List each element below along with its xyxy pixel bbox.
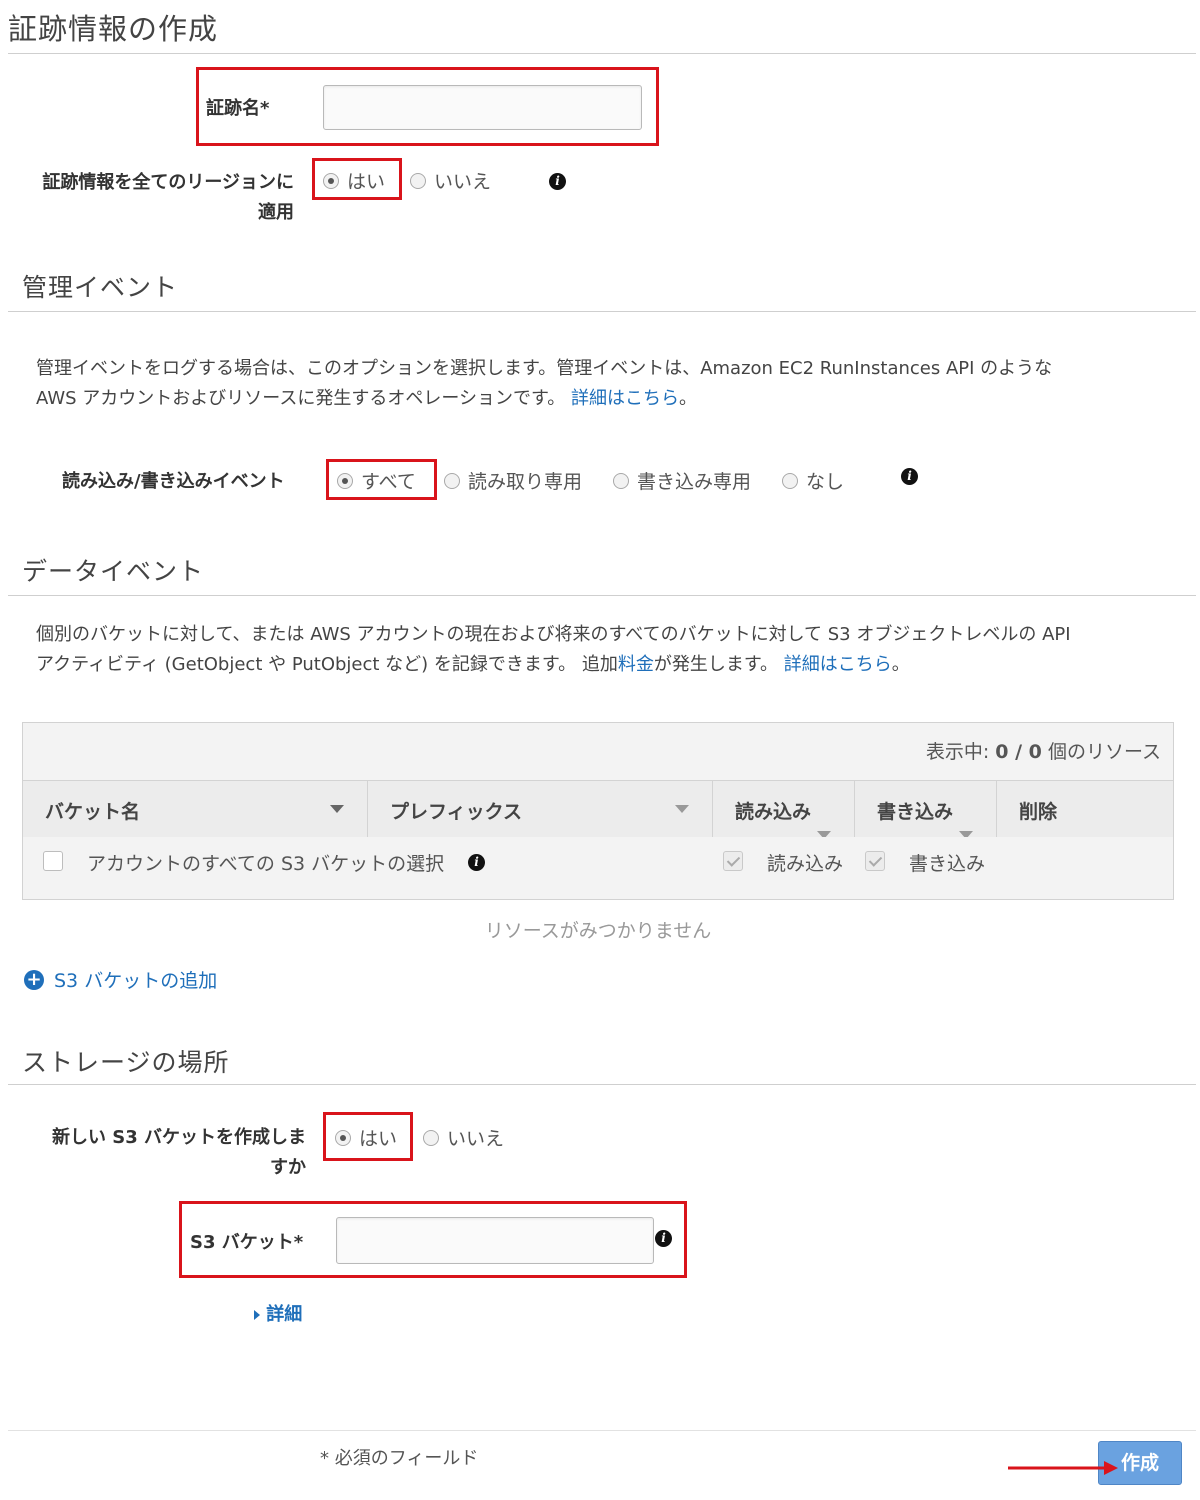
write-checkbox[interactable] bbox=[865, 851, 885, 871]
apply-all-regions-label-line1: 証跡情報を全てのリージョンに bbox=[42, 172, 294, 193]
apply-all-regions-label-line2: 適用 bbox=[258, 202, 294, 223]
resource-count-value: 0 / 0 bbox=[995, 741, 1042, 763]
column-label: バケット名 bbox=[45, 801, 141, 823]
column-header-prefix[interactable]: プレフィックス bbox=[368, 780, 713, 837]
radio-indicator[interactable] bbox=[782, 472, 798, 489]
select-all-buckets-checkbox[interactable] bbox=[43, 851, 63, 871]
management-desc-line2: AWS アカウントおよびリソースに発生するオペレーションです。 詳細はこちら。 bbox=[36, 384, 1186, 414]
region-no-radio[interactable]: いいえ bbox=[410, 167, 491, 194]
column-header-delete[interactable]: 削除 bbox=[997, 780, 1173, 837]
learn-more-link[interactable]: 詳細はこちら bbox=[571, 388, 679, 409]
info-icon[interactable]: i bbox=[901, 468, 918, 485]
divider bbox=[8, 1084, 1196, 1085]
create-new-bucket-label-line1: 新しい S3 バケットを作成しま bbox=[51, 1127, 306, 1148]
info-icon[interactable]: i bbox=[549, 173, 566, 190]
period: 。 bbox=[891, 654, 910, 675]
column-label: 書き込み bbox=[877, 801, 954, 823]
data-desc-text: アクティビティ (GetObject や PutObject など) を記録でき… bbox=[36, 654, 618, 675]
highlight-box bbox=[196, 67, 659, 146]
resource-count-suffix: 個のリソース bbox=[1041, 741, 1161, 763]
rw-readonly-radio[interactable]: 読み取り専用 bbox=[444, 467, 582, 494]
highlight-box bbox=[326, 459, 437, 500]
divider bbox=[8, 595, 1196, 596]
rw-none-text: なし bbox=[806, 471, 845, 493]
read-checkbox[interactable] bbox=[723, 851, 743, 871]
s3-bucket-table: 表示中: 0 / 0 個のリソース バケット名 プレフィックス 読み込み 書き込… bbox=[22, 722, 1174, 900]
management-description: 管理イベントをログする場合は、このオプションを選択します。管理イベントは、Ama… bbox=[36, 354, 1186, 414]
arrow-annotation-icon bbox=[1008, 1461, 1118, 1475]
divider bbox=[8, 1430, 1196, 1431]
rw-writeonly-text: 書き込み専用 bbox=[637, 471, 752, 493]
column-label: プレフィックス bbox=[390, 801, 523, 823]
new-bucket-no-radio[interactable]: いいえ bbox=[423, 1124, 504, 1151]
info-icon[interactable]: i bbox=[468, 854, 485, 871]
sort-caret-icon bbox=[675, 805, 689, 813]
required-fields-note: * 必須のフィールド bbox=[320, 1448, 479, 1469]
radio-indicator[interactable] bbox=[444, 472, 460, 489]
management-events-heading: 管理イベント bbox=[22, 273, 179, 302]
plus-circle-icon: + bbox=[24, 970, 44, 990]
sort-caret-icon bbox=[330, 805, 344, 813]
write-label: 書き込み bbox=[909, 853, 986, 875]
highlight-box bbox=[323, 1112, 413, 1161]
table-row: アカウントのすべての S3 バケットの選択 i 読み込み 書き込み bbox=[23, 837, 1173, 899]
divider bbox=[8, 53, 1196, 54]
details-expander[interactable]: 詳細 bbox=[254, 1300, 302, 1326]
details-link[interactable]: 詳細 bbox=[266, 1304, 302, 1325]
apply-all-regions-label: 証跡情報を全てのリージョンに 適用 bbox=[12, 168, 294, 228]
arrow-head bbox=[1104, 1461, 1118, 1475]
create-new-bucket-label: 新しい S3 バケットを作成しま すか bbox=[20, 1123, 306, 1183]
column-header-read[interactable]: 読み込み bbox=[713, 780, 855, 839]
column-label: 読み込み bbox=[735, 801, 812, 823]
radio-indicator[interactable] bbox=[423, 1129, 439, 1146]
empty-state-text: リソースがみつかりません bbox=[484, 920, 712, 942]
rw-readonly-text: 読み取り専用 bbox=[468, 471, 583, 493]
management-desc-line1: 管理イベントをログする場合は、このオプションを選択します。管理イベントは、Ama… bbox=[36, 358, 1053, 379]
radio-indicator[interactable] bbox=[410, 172, 426, 189]
rw-none-radio[interactable]: なし bbox=[782, 467, 844, 494]
rw-writeonly-radio[interactable]: 書き込み専用 bbox=[613, 467, 751, 494]
highlight-box bbox=[312, 158, 402, 200]
create-new-bucket-label-line2: すか bbox=[270, 1157, 306, 1178]
select-all-buckets-label: アカウントのすべての S3 バケットの選択 bbox=[87, 853, 445, 875]
column-label: 削除 bbox=[1019, 801, 1058, 823]
data-events-heading: データイベント bbox=[22, 557, 205, 586]
data-desc-line2: アクティビティ (GetObject や PutObject など) を記録でき… bbox=[36, 650, 1196, 680]
data-desc-line1: 個別のバケットに対して、または AWS アカウントの現在および将来のすべてのバケ… bbox=[36, 624, 1071, 645]
learn-more-link[interactable]: 詳細はこちら bbox=[784, 654, 892, 675]
data-events-description: 個別のバケットに対して、または AWS アカウントの現在および将来のすべてのバケ… bbox=[36, 620, 1196, 680]
read-write-events-label: 読み込み/書き込みイベント bbox=[62, 471, 285, 492]
management-desc-text: AWS アカウントおよびリソースに発生するオペレーションです。 bbox=[36, 388, 566, 409]
resource-count: 表示中: 0 / 0 個のリソース bbox=[926, 737, 1161, 764]
region-no-text: いいえ bbox=[434, 171, 492, 193]
radio-indicator[interactable] bbox=[613, 472, 629, 489]
pricing-link[interactable]: 料金 bbox=[618, 654, 654, 675]
new-bucket-no-text: いいえ bbox=[447, 1128, 505, 1150]
data-desc-text-b: が発生します。 bbox=[653, 654, 779, 675]
divider bbox=[8, 311, 1196, 312]
resource-count-prefix: 表示中: bbox=[925, 741, 996, 763]
storage-location-heading: ストレージの場所 bbox=[22, 1048, 230, 1077]
column-header-write[interactable]: 書き込み bbox=[855, 780, 997, 839]
read-label: 読み込み bbox=[767, 853, 844, 875]
highlight-box bbox=[179, 1201, 687, 1278]
caret-right-icon bbox=[254, 1310, 260, 1320]
page-title: 証跡情報の作成 bbox=[8, 12, 219, 46]
period: 。 bbox=[678, 388, 697, 409]
column-header-bucket-name[interactable]: バケット名 bbox=[23, 780, 368, 837]
add-s3-bucket-text[interactable]: S3 バケットの追加 bbox=[54, 966, 217, 993]
